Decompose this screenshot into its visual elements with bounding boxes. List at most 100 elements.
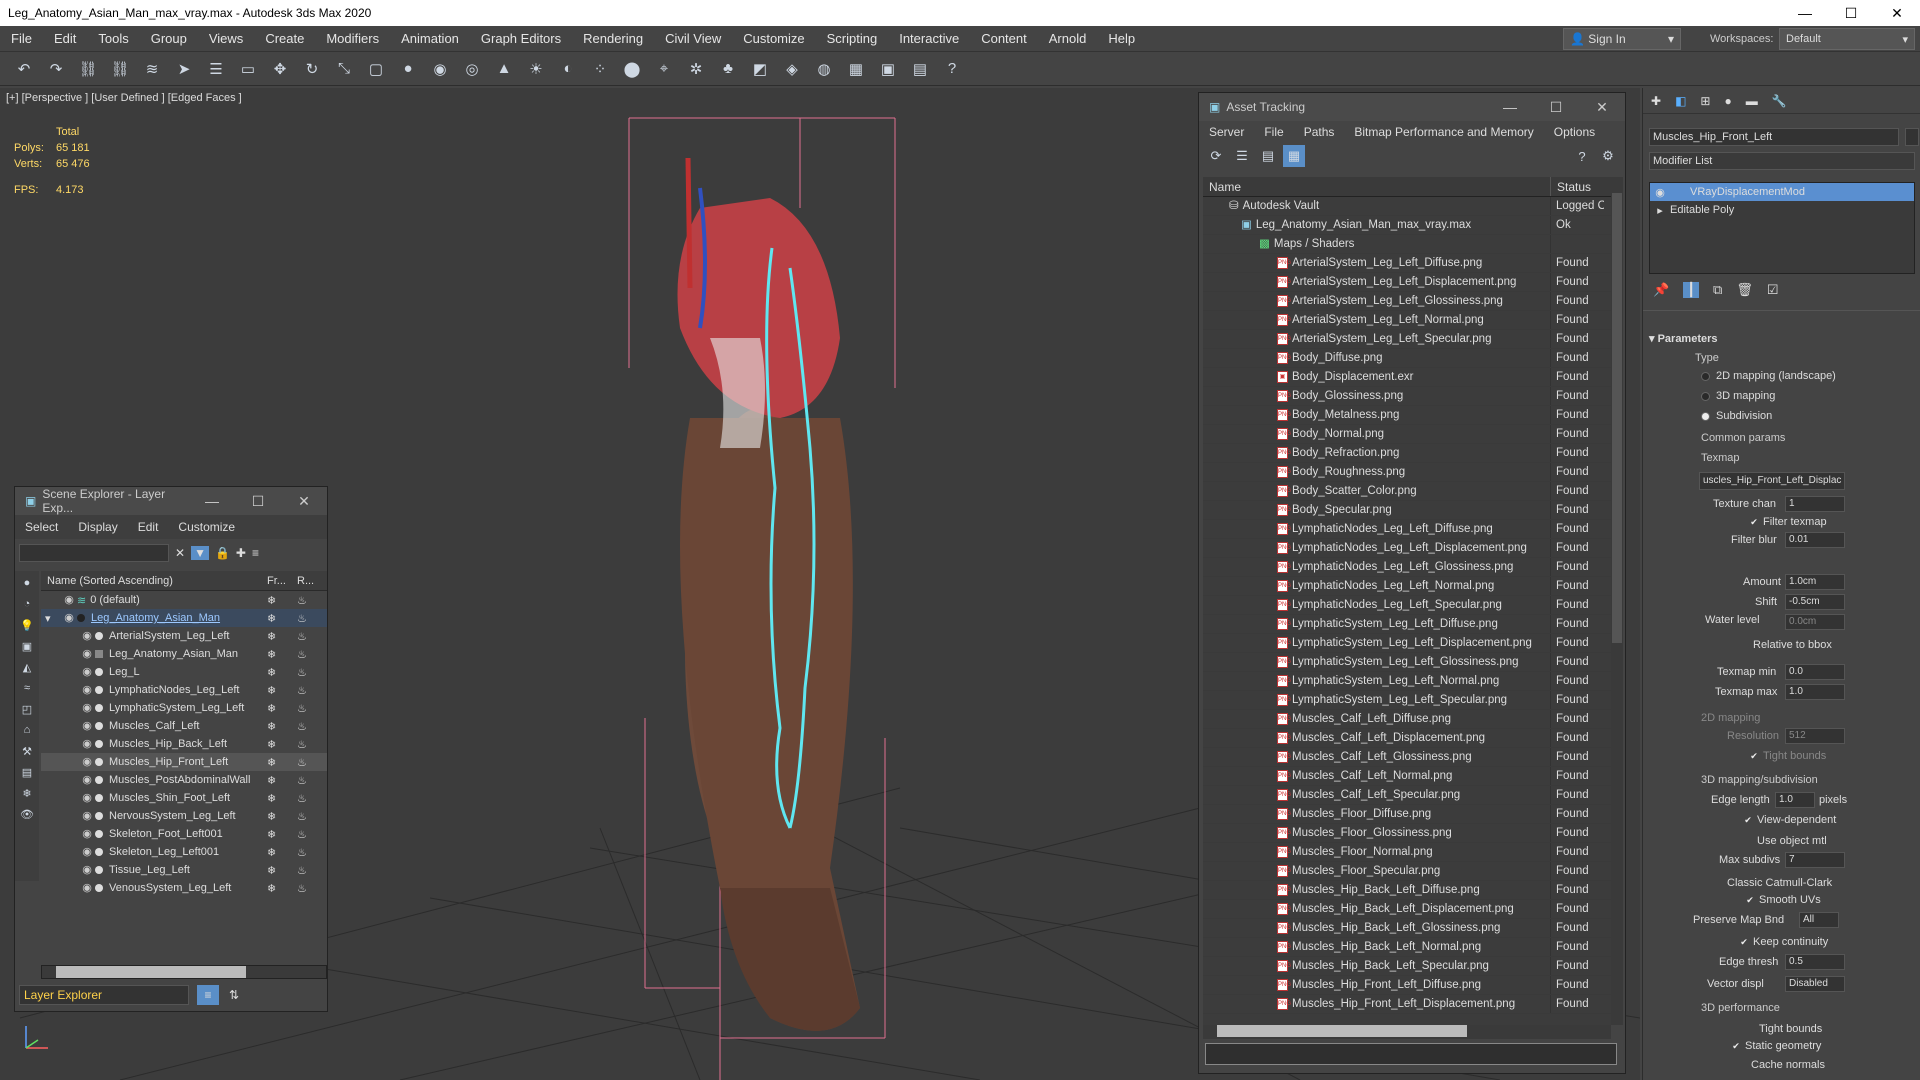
visibility-eye-icon[interactable]: ◉: [81, 792, 93, 804]
minimize-button[interactable]: —: [189, 493, 235, 510]
render-icon[interactable]: ◍: [812, 57, 836, 81]
vertical-scrollbar[interactable]: [1611, 177, 1623, 1025]
visibility-eye-icon[interactable]: ◉: [81, 828, 93, 840]
menu-create[interactable]: Create: [254, 26, 315, 52]
map-row[interactable]: PNG Muscles_Hip_Back_Left_Glossiness.png F…: [1203, 919, 1611, 938]
search-input[interactable]: [19, 544, 169, 562]
amount-spinner[interactable]: 1.0cm: [1785, 574, 1845, 590]
select-icon[interactable]: ➤: [172, 57, 196, 81]
cone-icon[interactable]: ▲: [492, 57, 516, 81]
col-name-header[interactable]: Name (Sorted Ascending): [41, 575, 267, 587]
cache-normals-checkbox[interactable]: Cache normals: [1737, 1058, 1825, 1071]
menu-content[interactable]: Content: [970, 26, 1038, 52]
maximize-button[interactable]: ☐: [235, 493, 281, 510]
map-row[interactable]: PNG Muscles_Floor_Glossiness.png Found: [1203, 824, 1611, 843]
utilities-tab-icon[interactable]: 🔧: [1772, 94, 1787, 108]
configure-sets-icon[interactable]: ☑: [1767, 282, 1779, 298]
vault-row[interactable]: ⛁ Autodesk Vault Logged O: [1203, 197, 1611, 216]
col-render-header[interactable]: R...: [297, 575, 327, 587]
layer-row[interactable]: ▾ ◉ Leg_Anatomy_Asian_Man ❄ ♨: [41, 609, 327, 627]
show-end-result-icon[interactable]: ┃: [1683, 282, 1700, 298]
object-color-swatch[interactable]: [1905, 128, 1919, 146]
texmap-button[interactable]: uscles_Hip_Front_Left_Displac: [1699, 472, 1845, 490]
menu-modifiers[interactable]: Modifiers: [315, 26, 390, 52]
motion-tab-icon[interactable]: ●: [1724, 94, 1731, 108]
minimize-button[interactable]: —: [1782, 0, 1828, 26]
map-row[interactable]: ▣ Body_Displacement.exr Found: [1203, 368, 1611, 387]
type-3d-radio[interactable]: 3D mapping: [1701, 390, 1775, 402]
viewport-label[interactable]: [+] [Perspective ] [User Defined ] [Edge…: [6, 92, 242, 104]
add-layer-icon[interactable]: ✚: [236, 546, 246, 560]
menu-customize[interactable]: Customize: [168, 520, 245, 534]
teapot-render-icon[interactable]: ♨: [297, 702, 327, 715]
visibility-eye-icon[interactable]: ◉: [81, 774, 93, 786]
help-icon[interactable]: ?: [940, 57, 964, 81]
unlink-icon[interactable]: ⛓: [108, 57, 132, 81]
map-row[interactable]: PNG Muscles_Hip_Front_Left_Diffuse.png Fou…: [1203, 976, 1611, 995]
teapot-render-icon[interactable]: ♨: [297, 594, 327, 607]
settings-icon[interactable]: ⚙: [1597, 145, 1619, 167]
map-row[interactable]: PNG ArterialSystem_Leg_Left_Normal.png Fou…: [1203, 311, 1611, 330]
table-view-icon[interactable]: ▦: [1283, 145, 1305, 167]
static-geometry-checkbox[interactable]: ✔ Static geometry: [1731, 1040, 1821, 1052]
stack-item-editable-poly[interactable]: ▸ Editable Poly: [1650, 201, 1914, 219]
freeze-icon[interactable]: ❄: [267, 666, 297, 679]
frozen-filter-icon[interactable]: ❄: [18, 784, 36, 802]
object-name-input[interactable]: Muscles_Hip_Front_Left: [1649, 128, 1899, 146]
path-input[interactable]: [1205, 1043, 1617, 1065]
visibility-eye-icon[interactable]: ◉: [81, 846, 93, 858]
filter-icon[interactable]: ▼: [191, 546, 209, 560]
visibility-eye-icon[interactable]: ◉: [81, 864, 93, 876]
object-row[interactable]: ◉ Skeleton_Leg_Left001 ❄ ♨: [41, 843, 327, 861]
fur-icon[interactable]: ♣: [716, 57, 740, 81]
tight-bounds-2d-checkbox[interactable]: ✔ Tight bounds: [1749, 750, 1826, 762]
map-row[interactable]: PNG Muscles_Calf_Left_Glossiness.png Found: [1203, 748, 1611, 767]
explorer-type-dropdown[interactable]: Layer Explorer: [19, 985, 189, 1005]
hidden-filter-icon[interactable]: 👁: [18, 805, 36, 823]
vray-settings-icon[interactable]: ✲: [684, 57, 708, 81]
horizontal-scrollbar[interactable]: [1203, 1025, 1611, 1039]
asset-tracking-titlebar[interactable]: ▣ Asset Tracking — ☐ ✕: [1199, 93, 1625, 121]
map-row[interactable]: PNG Muscles_Hip_Front_Left_Displacement.p…: [1203, 995, 1611, 1014]
rotate-icon[interactable]: ↻: [300, 57, 324, 81]
map-row[interactable]: PNG Muscles_Hip_Back_Left_Diffuse.png Foun…: [1203, 881, 1611, 900]
freeze-icon[interactable]: ❄: [267, 864, 297, 877]
link-icon[interactable]: ⛓: [76, 57, 100, 81]
teapot-render-icon[interactable]: ♨: [297, 864, 327, 877]
spacewarps-filter-icon[interactable]: ≈: [18, 679, 36, 697]
object-row[interactable]: ◉ LymphaticSystem_Leg_Left ❄ ♨: [41, 699, 327, 717]
menu-graph-editors[interactable]: Graph Editors: [470, 26, 572, 52]
freeze-icon[interactable]: ❄: [267, 612, 297, 625]
geometry-filter-icon[interactable]: ●: [18, 574, 36, 592]
object-row[interactable]: ◉ Leg_L ❄ ♨: [41, 663, 327, 681]
object-row[interactable]: ◉ Muscles_Hip_Back_Left ❄ ♨: [41, 735, 327, 753]
sun-light-icon[interactable]: ☀: [524, 57, 548, 81]
menu-edit[interactable]: Edit: [128, 520, 169, 534]
object-row[interactable]: ◉ Muscles_Calf_Left ❄ ♨: [41, 717, 327, 735]
shift-spinner[interactable]: -0.5cm: [1785, 594, 1845, 610]
torus-icon[interactable]: ◎: [460, 57, 484, 81]
minimize-button[interactable]: —: [1487, 99, 1533, 116]
map-row[interactable]: PNG LymphaticSystem_Leg_Left_Specular.png…: [1203, 691, 1611, 710]
map-row[interactable]: PNG Muscles_Hip_Back_Left_Normal.png Found: [1203, 938, 1611, 957]
preserve-map-bnd-dropdown[interactable]: All: [1799, 912, 1839, 928]
type-subdivision-radio[interactable]: Subdivision: [1701, 410, 1772, 422]
filter-blur-spinner[interactable]: 0.01: [1785, 532, 1845, 548]
group-row[interactable]: ▩ Maps / Shaders: [1203, 235, 1611, 254]
toolbar-options-icon[interactable]: ▤: [908, 57, 932, 81]
rect-select-icon[interactable]: ▭: [236, 57, 260, 81]
freeze-icon[interactable]: ❄: [267, 738, 297, 751]
water-level-spinner[interactable]: 0.0cm: [1785, 614, 1845, 630]
freeze-icon[interactable]: ❄: [267, 630, 297, 643]
cylinder-icon[interactable]: ◉: [428, 57, 452, 81]
freeze-icon[interactable]: ❄: [267, 594, 297, 607]
object-row[interactable]: ◉ Muscles_PostAbdominalWall ❄ ♨: [41, 771, 327, 789]
menu-select[interactable]: Select: [15, 520, 68, 534]
catmull-clark-checkbox[interactable]: Classic Catmull-Clark: [1713, 876, 1832, 889]
freeze-icon[interactable]: ❄: [267, 828, 297, 841]
map-row[interactable]: PNG Muscles_Calf_Left_Normal.png Found: [1203, 767, 1611, 786]
cameras-filter-icon[interactable]: ▣: [18, 637, 36, 655]
freeze-icon[interactable]: ❄: [267, 810, 297, 823]
close-button[interactable]: ✕: [281, 493, 327, 510]
keep-continuity-checkbox[interactable]: ✔ Keep continuity: [1739, 936, 1828, 948]
